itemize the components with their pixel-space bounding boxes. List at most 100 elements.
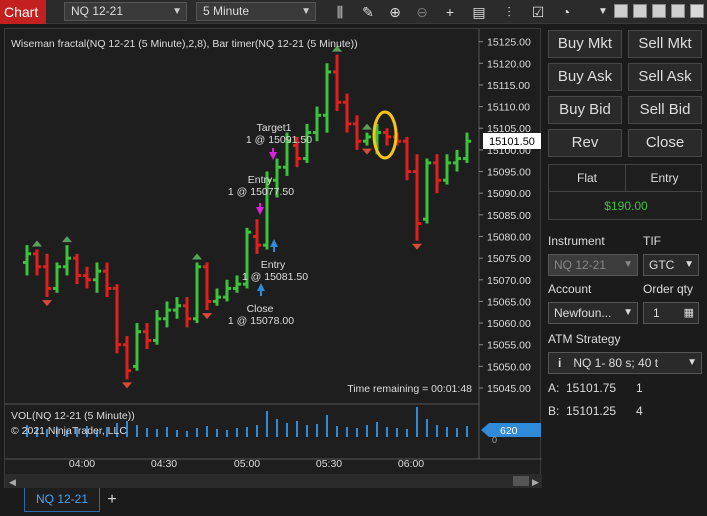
close-marker[interactable] [257,283,265,291]
tile-icon[interactable] [633,4,647,18]
indicator-title: Wiseman fractal(NQ 12-21 (5 Minute),2,8)… [11,38,358,50]
tif-select-value: GTC [649,258,675,272]
price-tick-label: 15055.00 [487,340,531,352]
fractal-down-marker [362,148,372,155]
price-tick-label: 15075.00 [487,253,531,265]
buy-bid-button[interactable]: Buy Bid [548,96,622,124]
scroll-left-icon[interactable]: ◀ [9,477,16,487]
info-icon[interactable]: i [558,356,561,370]
tab-nq-12-21[interactable]: NQ 12-21 [24,488,100,512]
instrument-selector-label: NQ 12-21 [71,4,124,18]
entry-short-marker[interactable] [256,207,264,215]
chevron-down-icon: ▼ [687,357,697,368]
volume-zero-tick: 0 [492,435,497,445]
price-tick-label: 15045.00 [487,383,531,395]
price-tick-label: 15125.00 [487,37,531,49]
strategies-icon[interactable]: ⫶ [500,3,518,21]
exit-marker-stem [272,148,274,153]
zoom-in-icon[interactable]: ⊕ [386,3,404,21]
chevron-down-icon: ▼ [684,259,694,270]
add-tab-button[interactable]: + [102,490,122,510]
entry-long-marker[interactable] [270,239,278,247]
account-select[interactable]: Newfoun... ▼ [548,302,638,324]
tif-select[interactable]: GTC ▼ [643,254,699,276]
chevron-down-icon: ▼ [172,6,182,17]
chevron-down-icon: ▼ [623,307,633,318]
sell-market-button[interactable]: Sell Mkt [628,30,702,58]
instrument-select: NQ 12-21 ▼ [548,254,638,276]
sell-ask-button[interactable]: Sell Ask [628,63,702,91]
ask-price: 15101.75 [566,381,617,395]
bid-label: B: [548,404,560,418]
price-tick-label: 15095.00 [487,167,531,179]
fractal-down-marker [202,313,212,320]
properties-icon[interactable]: ☑ [529,3,547,21]
position-display: Flat Entry $190.00 [548,164,703,220]
horizontal-scrollbar[interactable] [5,474,542,488]
entry-long-detail: 1 @ 15081.50 [242,271,308,283]
price-tick-label: 15090.00 [487,188,531,200]
close-icon[interactable] [690,4,704,18]
fractal-down-marker [122,382,132,389]
chart-trader-panel: Buy Mkt Sell Mkt Buy Ask Sell Ask Buy Bi… [543,24,707,516]
data-box-icon[interactable]: ▤ [470,3,488,21]
order-qty-input[interactable]: 1 ▦ [643,302,699,324]
account-select-value: Newfoun... [554,306,612,320]
fractal-up-marker [62,236,72,243]
scrollbar-thumb[interactable] [513,476,529,486]
atm-strategy-value: NQ 1- 80 s; 40 t [573,356,659,370]
unrealized-pnl: $190.00 [604,199,648,213]
scroll-right-icon[interactable]: ▶ [532,477,539,487]
instrument-selector[interactable]: NQ 12-21 ▼ [64,2,187,21]
reverse-button[interactable]: Rev [548,129,622,157]
price-tick-label: 15120.00 [487,58,531,70]
instrument-select-value: NQ 12-21 [554,258,607,272]
chart-panel[interactable]: 15125.00 15120.00 15115.00 15110.00 15105.00… [4,28,542,491]
zoom-out-icon[interactable]: ⊖ [413,3,431,21]
price-tick-label: 15085.00 [487,210,531,222]
time-tick-label: 06:00 [398,458,424,470]
target1-label: Target1 [256,122,291,134]
buy-market-button[interactable]: Buy Mkt [548,30,622,58]
maximize-icon[interactable] [671,4,685,18]
close-detail: 1 @ 15078.00 [228,315,294,327]
tif-label: TIF [643,234,661,248]
atm-strategy-label: ATM Strategy [548,332,621,346]
link-icon[interactable]: ◔ [557,3,575,21]
price-chart[interactable]: 15125.0015120.0015115.0015110.0015105.00… [5,29,542,491]
price-tick-label: 15080.00 [487,231,531,243]
copyright-text: © 2021 NinjaTrader, LLC [11,425,127,437]
buy-ask-button[interactable]: Buy Ask [548,63,622,91]
entry-long-label: Entry [261,259,286,271]
price-tick-label: 15115.00 [487,80,530,92]
instrument-label: Instrument [548,234,605,248]
time-tick-label: 04:00 [69,458,95,470]
pencil-icon[interactable]: ✎ [359,3,377,21]
price-tick-label: 15110.00 [487,102,530,114]
chevron-down-icon[interactable]: ▼ [594,3,612,21]
ask-size: 1 [636,381,643,395]
chevron-down-icon: ▼ [623,259,633,270]
chevron-down-icon: ▼ [301,6,311,17]
crosshair-icon[interactable]: + [441,3,459,21]
entry-short-detail: 1 @ 15077.50 [228,186,294,198]
interval-selector[interactable]: 5 Minute ▼ [196,2,316,21]
tile-icon[interactable] [614,4,628,18]
sell-bid-button[interactable]: Sell Bid [628,96,702,124]
chart-title-tab[interactable]: Chart [0,0,46,24]
order-qty-value: 1 [653,306,660,320]
calculator-icon[interactable]: ▦ [684,303,694,323]
time-tick-label: 05:00 [234,458,260,470]
entry-label: Entry [626,165,703,192]
atm-strategy-select[interactable]: i NQ 1- 80 s; 40 t ▼ [548,352,702,374]
bid-size: 4 [636,404,643,418]
current-price-label: 15101.50 [489,136,535,148]
account-label: Account [548,282,592,296]
volume-title: VOL(NQ 12-21 (5 Minute)) [11,410,135,422]
bars-type-icon[interactable]: ⫼ [331,3,349,21]
close-position-button[interactable]: Close [628,129,702,157]
price-tick-label: 15060.00 [487,318,531,330]
fractal-up-marker [192,253,202,260]
price-tick-label: 15050.00 [487,361,531,373]
minimize-icon[interactable] [652,4,666,18]
